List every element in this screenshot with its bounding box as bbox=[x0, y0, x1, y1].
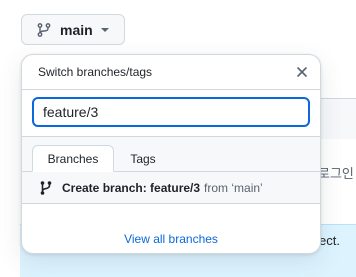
create-branch-item[interactable]: Create branch: feature/3 from ‘main’ bbox=[22, 172, 320, 204]
branch-selector-button[interactable]: main bbox=[21, 14, 125, 45]
tab-branches[interactable]: Branches bbox=[32, 145, 114, 172]
dropdown-tabs: Branches Tags bbox=[22, 137, 320, 172]
branch-name-label: main bbox=[60, 21, 93, 38]
git-branch-icon bbox=[36, 22, 52, 38]
create-branch-label: Create branch: feature/3 bbox=[62, 180, 201, 195]
background-banner-text: ect. bbox=[319, 233, 340, 248]
dropdown-footer: View all branches bbox=[22, 205, 320, 253]
tab-tags[interactable]: Tags bbox=[120, 145, 166, 172]
create-branch-source: from ‘main’ bbox=[204, 180, 263, 195]
close-icon[interactable] bbox=[292, 62, 312, 82]
view-all-branches-link[interactable]: View all branches bbox=[124, 232, 218, 246]
filter-area bbox=[22, 90, 320, 137]
git-branch-icon bbox=[39, 180, 53, 196]
chevron-down-icon bbox=[100, 27, 109, 32]
branch-filter-input[interactable] bbox=[32, 97, 310, 127]
background-login-text: 로그인 bbox=[318, 167, 354, 182]
page: 로그인 ect. main Switch branches/tags featu… bbox=[0, 0, 356, 277]
branch-switcher-dropdown: Switch branches/tags Branches Tags bbox=[21, 54, 321, 254]
dropdown-header: Switch branches/tags bbox=[22, 55, 320, 90]
dropdown-title: Switch branches/tags bbox=[38, 65, 153, 79]
